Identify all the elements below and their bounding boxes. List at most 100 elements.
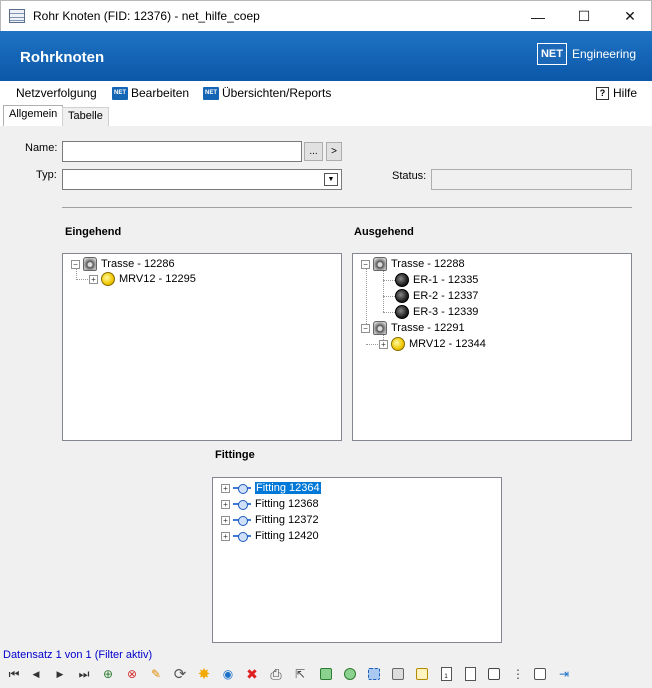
filter-remove-icon[interactable]: ⊗ xyxy=(124,666,140,682)
er-icon xyxy=(395,305,409,319)
browse-button[interactable]: ... xyxy=(304,142,323,161)
tree-node-label-selected: Fitting 12364 xyxy=(255,482,321,494)
edit-icon[interactable]: ✎ xyxy=(148,666,164,682)
menu-netzverfolgung-label: Netzverfolgung xyxy=(16,86,97,100)
layer-square-icon xyxy=(416,668,428,680)
next-record-icon[interactable]: ▶ xyxy=(52,666,68,682)
report-page-icon xyxy=(464,667,476,681)
tree-node-label: Fitting 12368 xyxy=(255,498,319,510)
menu-bearbeiten-label: Bearbeiten xyxy=(131,86,190,100)
refresh-icon[interactable]: ⟳ xyxy=(172,666,188,682)
tree-node[interactable]: + MRV12 - 12344 xyxy=(379,336,486,352)
table-edit-icon[interactable] xyxy=(532,666,548,682)
tree-node-label: Trasse - 12288 xyxy=(391,258,465,270)
menu-hilfe[interactable]: ? Hilfe xyxy=(596,86,637,100)
fittinge-tree[interactable]: + Fitting 12364 + Fitting 12368 + Fittin… xyxy=(212,477,502,643)
expand-icon[interactable]: + xyxy=(221,483,230,493)
prev-record-icon[interactable]: ◀ xyxy=(28,666,44,682)
add-layer-icon[interactable] xyxy=(414,666,430,682)
fitting-icon xyxy=(233,499,251,510)
tree-node-label: Trasse - 12291 xyxy=(391,322,465,334)
dropdown-arrow-icon[interactable]: ▼ xyxy=(324,173,338,186)
document-icon[interactable]: 1 xyxy=(438,666,454,682)
tree-node[interactable]: ER-2 - 12337 xyxy=(395,288,478,304)
network-icon[interactable]: ⋮ xyxy=(510,666,526,682)
eingehend-tree[interactable]: − Trasse - 12286 + MRV12 - 12295 xyxy=(62,253,342,441)
tree-node-label: ER-2 - 12337 xyxy=(413,290,479,302)
close-button[interactable]: ✕ xyxy=(607,1,652,32)
web-icon[interactable]: ◉ xyxy=(220,666,236,682)
name-label: Name: xyxy=(25,142,58,154)
tree-node[interactable]: + Fitting 12420 xyxy=(221,528,319,544)
collapse-icon[interactable]: − xyxy=(361,323,370,333)
table-icon xyxy=(9,9,25,23)
expand-icon[interactable]: + xyxy=(221,531,230,541)
trasse-icon xyxy=(373,321,387,335)
menu-uebersichten[interactable]: NET Übersichten/Reports xyxy=(203,86,331,100)
filter-add-icon[interactable]: ⊕ xyxy=(100,666,116,682)
trasse-icon xyxy=(83,257,97,271)
green-square-icon xyxy=(320,668,332,680)
menu-netzverfolgung[interactable]: Netzverfolgung xyxy=(16,86,97,100)
menu-bearbeiten[interactable]: NET Bearbeiten xyxy=(112,86,189,100)
mrv-icon xyxy=(101,272,115,286)
typ-label: Typ: xyxy=(36,169,57,181)
minimize-button[interactable]: — xyxy=(515,1,561,32)
net-engineering-logo: NET Engineering xyxy=(536,43,636,65)
tab-allgemein[interactable]: Allgemein xyxy=(3,105,64,126)
tree-node[interactable]: + Fitting 12372 xyxy=(221,512,319,528)
tree-node-label: ER-3 - 12339 xyxy=(413,306,479,318)
delete-icon[interactable]: ✖ xyxy=(244,666,260,682)
goto-button[interactable]: > xyxy=(326,142,342,161)
fitting-icon xyxy=(233,515,251,526)
tree-node[interactable]: − Trasse - 12291 xyxy=(361,320,465,336)
expand-icon[interactable]: + xyxy=(221,515,230,525)
report-icon[interactable] xyxy=(462,666,478,682)
status-label: Status: xyxy=(392,170,427,182)
tree-node[interactable]: + Fitting 12364 xyxy=(221,480,321,496)
tree-node[interactable]: ER-3 - 12339 xyxy=(395,304,478,320)
duplicate-icon[interactable] xyxy=(342,666,358,682)
help-icon: ? xyxy=(596,86,609,100)
ausgehend-tree[interactable]: − Trasse - 12288 ER-1 - 12335 ER-2 - 123… xyxy=(352,253,632,441)
image-square-icon xyxy=(488,668,500,680)
collapse-icon[interactable]: − xyxy=(361,259,370,269)
typ-select[interactable]: ▼ xyxy=(62,169,342,190)
er-icon xyxy=(395,273,409,287)
maximize-button[interactable]: ☐ xyxy=(561,1,607,32)
tree-node[interactable]: ER-1 - 12335 xyxy=(395,272,478,288)
tree-node[interactable]: + Fitting 12368 xyxy=(221,496,319,512)
copy-geometry-icon[interactable] xyxy=(318,666,334,682)
tree-node[interactable]: − Trasse - 12286 xyxy=(71,256,175,272)
stack-icon[interactable] xyxy=(390,666,406,682)
green-shape-icon xyxy=(344,668,356,680)
menu-hilfe-label: Hilfe xyxy=(613,86,638,100)
first-record-icon[interactable]: ⏮ xyxy=(6,666,22,682)
fittinge-title: Fittinge xyxy=(215,449,255,461)
net-logo-icon: NET xyxy=(536,43,567,65)
page-title: Rohrknoten xyxy=(20,49,105,66)
trasse-icon xyxy=(373,257,387,271)
name-input[interactable] xyxy=(62,141,302,162)
expand-icon[interactable]: + xyxy=(89,274,98,284)
status-field xyxy=(431,169,632,190)
tree-node[interactable]: + MRV12 - 12295 xyxy=(89,271,196,287)
new-record-icon[interactable]: ✸ xyxy=(196,666,212,682)
image-icon[interactable] xyxy=(486,666,502,682)
expand-icon[interactable]: + xyxy=(379,339,388,349)
menu-uebersichten-label: Übersichten/Reports xyxy=(222,86,332,100)
last-record-icon[interactable]: ⏭ xyxy=(76,666,92,682)
net-icon: NET xyxy=(112,86,128,100)
tree-node-label: Fitting 12372 xyxy=(255,514,319,526)
divider xyxy=(62,207,632,208)
collapse-icon[interactable]: − xyxy=(71,259,80,269)
tree-node[interactable]: − Trasse - 12288 xyxy=(361,256,465,272)
select-icon[interactable]: ⇱ xyxy=(292,666,308,682)
select-area-icon[interactable] xyxy=(366,666,382,682)
window-titlebar: Rohr Knoten (FID: 12376) - net_hilfe_coe… xyxy=(0,0,652,31)
exit-icon[interactable]: ⇥ xyxy=(556,666,572,682)
tab-tabelle[interactable]: Tabelle xyxy=(62,107,109,126)
print-icon[interactable]: ⎙ xyxy=(268,666,284,682)
dashed-square-icon xyxy=(368,668,380,680)
expand-icon[interactable]: + xyxy=(221,499,230,509)
